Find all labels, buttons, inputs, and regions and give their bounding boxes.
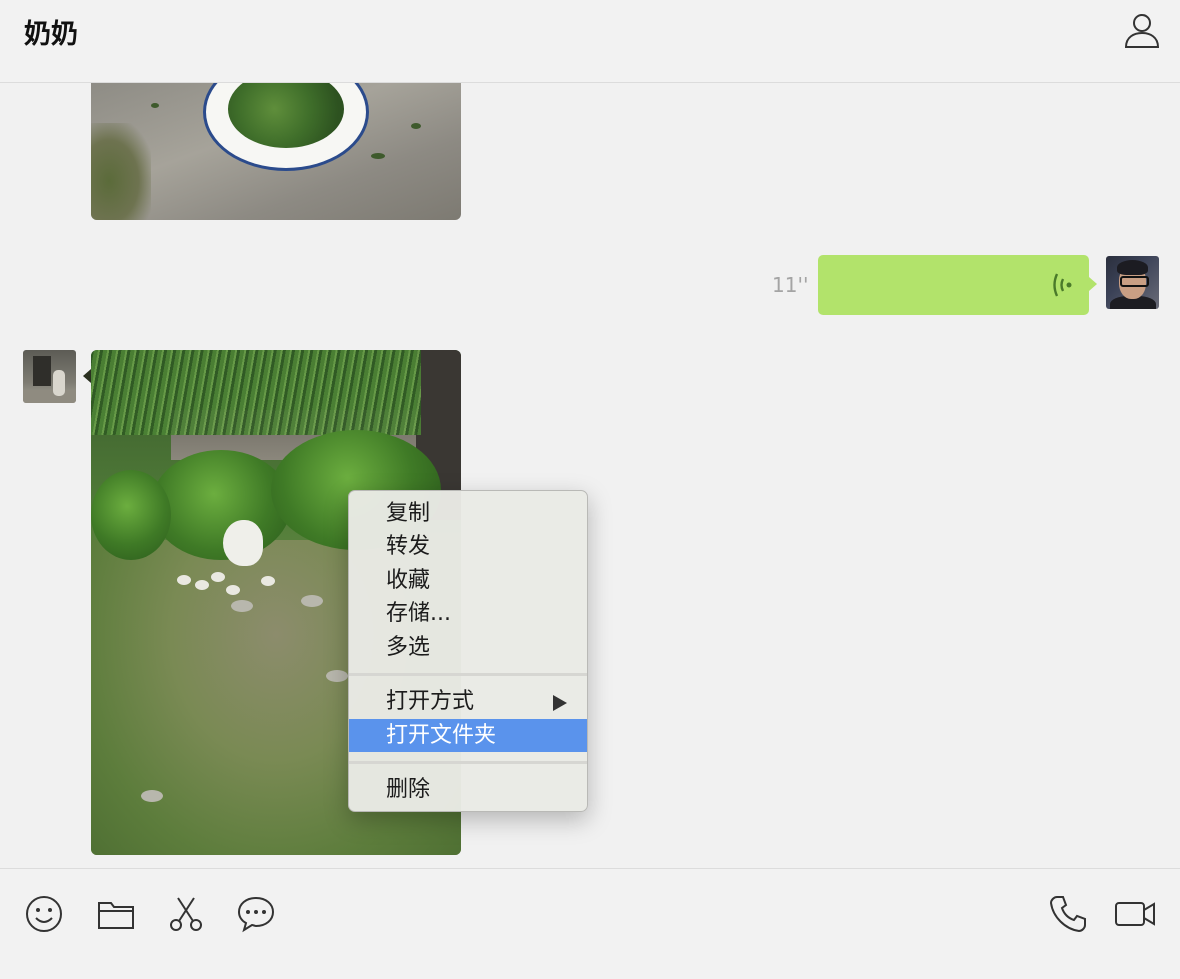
bubble-tail <box>83 369 91 383</box>
image-speck <box>151 103 159 108</box>
menu-item-copy[interactable]: 复制 <box>349 497 587 530</box>
image-chick <box>195 580 209 590</box>
emoji-icon[interactable] <box>24 894 64 934</box>
image-grass <box>91 350 421 435</box>
menu-separator <box>349 673 587 676</box>
my-avatar[interactable] <box>1106 256 1159 309</box>
menu-item-favorite[interactable]: 收藏 <box>349 564 587 597</box>
image-speck <box>371 153 385 159</box>
image-texture <box>91 123 151 220</box>
menu-item-multiselect[interactable]: 多选 <box>349 631 587 664</box>
image-speck <box>411 123 421 129</box>
image-chick <box>226 585 240 595</box>
image-hen <box>223 520 263 566</box>
image-chick <box>177 575 191 585</box>
voice-duration: 11'' <box>772 273 809 297</box>
chat-header: 奶奶 <box>0 0 1180 83</box>
image-stone <box>326 670 348 682</box>
image-chick <box>211 572 225 582</box>
video-camera-icon[interactable] <box>1114 894 1158 934</box>
image-chick <box>261 576 275 586</box>
menu-item-delete[interactable]: 删除 <box>349 773 587 806</box>
person-icon[interactable] <box>1122 10 1162 50</box>
scissors-icon[interactable] <box>166 894 206 934</box>
menu-item-open-with[interactable]: 打开方式 <box>349 685 587 718</box>
image-basin <box>203 83 369 171</box>
menu-item-open-with-label: 打开方式 <box>386 689 475 714</box>
voice-wave-icon <box>1053 273 1072 297</box>
voice-message-bubble[interactable] <box>818 255 1097 315</box>
menu-item-open-folder[interactable]: 打开文件夹 <box>349 719 587 752</box>
phone-icon[interactable] <box>1048 894 1088 934</box>
chat-title: 奶奶 <box>24 19 78 50</box>
message-list[interactable]: 11'' <box>0 83 1180 868</box>
folder-icon[interactable] <box>96 894 136 934</box>
image-stone <box>141 790 163 802</box>
input-toolbar <box>0 868 1180 979</box>
image-bush <box>151 450 291 560</box>
menu-separator <box>349 761 587 764</box>
image-bush <box>91 470 171 560</box>
context-menu: 复制 转发 收藏 存储... 多选 打开方式 打开文件夹 删除 <box>348 490 588 812</box>
image-stone <box>231 600 253 612</box>
image-message-1[interactable] <box>91 83 461 220</box>
image-stone <box>301 595 323 607</box>
menu-item-save[interactable]: 存储... <box>349 597 587 630</box>
contact-avatar[interactable] <box>23 350 76 403</box>
submenu-arrow-icon <box>553 695 567 711</box>
chat-bubble-icon[interactable] <box>236 894 276 934</box>
menu-item-forward[interactable]: 转发 <box>349 530 587 563</box>
